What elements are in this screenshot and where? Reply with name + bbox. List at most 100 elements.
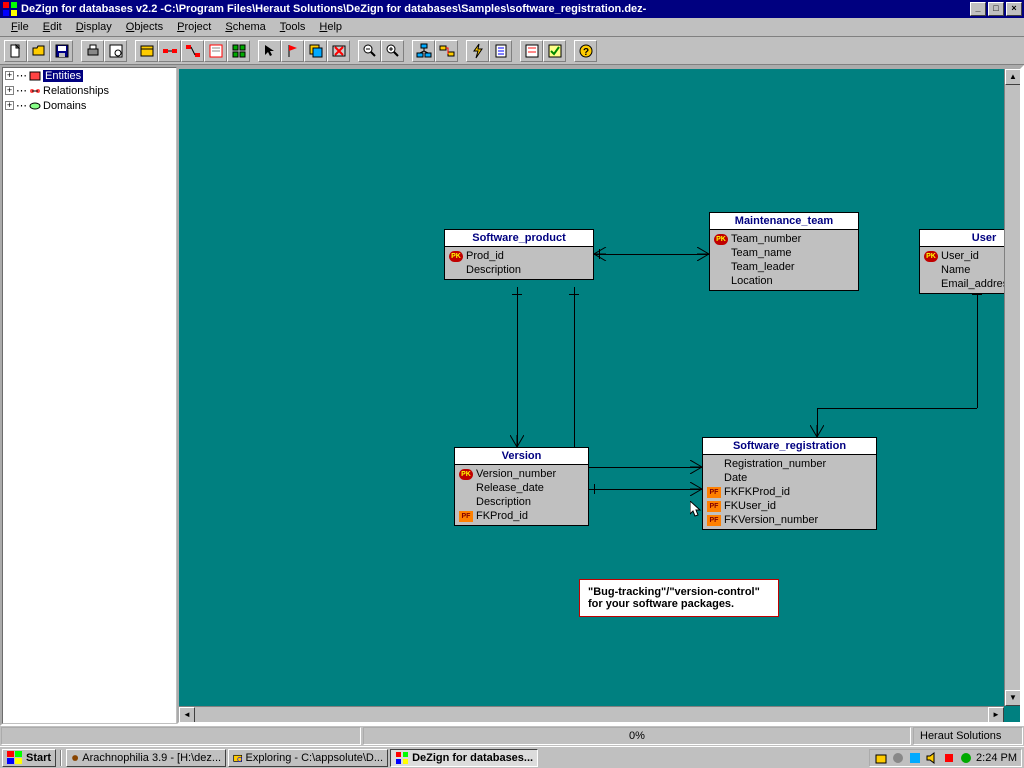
menu-tools[interactable]: Tools bbox=[273, 19, 313, 35]
app-icon bbox=[395, 751, 409, 765]
entity-title: Software_registration bbox=[703, 438, 876, 455]
entity-title: Version bbox=[455, 448, 588, 465]
relation-line[interactable] bbox=[594, 254, 709, 255]
clock[interactable]: 2:24 PM bbox=[976, 752, 1017, 764]
print-preview-icon[interactable] bbox=[104, 40, 127, 62]
entity-software_product[interactable]: Software_productPKProd_idDescription bbox=[444, 229, 594, 280]
attribute-label: Description bbox=[476, 496, 531, 508]
menu-schema[interactable]: Schema bbox=[218, 19, 272, 35]
minimize-button[interactable]: _ bbox=[970, 2, 986, 16]
window-title: DeZign for databases v2.2 -C:\Program Fi… bbox=[21, 3, 970, 15]
attribute-row[interactable]: Team_leader bbox=[714, 260, 854, 274]
horizontal-scrollbar[interactable]: ◄ ► bbox=[179, 706, 1004, 722]
maximize-button[interactable]: □ bbox=[988, 2, 1004, 16]
scroll-down-icon[interactable]: ▼ bbox=[1005, 690, 1021, 706]
scroll-right-icon[interactable]: ► bbox=[988, 707, 1004, 723]
expand-icon[interactable]: + bbox=[5, 101, 14, 110]
scroll-left-icon[interactable]: ◄ bbox=[179, 707, 195, 723]
relation2-icon[interactable] bbox=[181, 40, 204, 62]
link-icon[interactable] bbox=[435, 40, 458, 62]
open-icon[interactable] bbox=[27, 40, 50, 62]
lightning-icon[interactable] bbox=[466, 40, 489, 62]
attribute-label: Description bbox=[466, 264, 521, 276]
menu-edit[interactable]: Edit bbox=[36, 19, 69, 35]
fk-badge-icon: PF bbox=[707, 487, 721, 498]
layers-icon[interactable] bbox=[304, 40, 327, 62]
tree-item-relationships[interactable]: + ⋯ Relationships bbox=[3, 83, 176, 98]
canvas-wrap: Software_productPKProd_idDescription Main… bbox=[177, 67, 1022, 724]
menu-display[interactable]: Display bbox=[69, 19, 119, 35]
note-icon[interactable] bbox=[204, 40, 227, 62]
relation-line[interactable] bbox=[977, 288, 978, 408]
check-icon[interactable] bbox=[543, 40, 566, 62]
attribute-row[interactable]: Date bbox=[707, 471, 872, 485]
diagram-icon[interactable] bbox=[412, 40, 435, 62]
attribute-row[interactable]: PKVersion_number bbox=[459, 467, 584, 481]
attribute-row[interactable]: Team_name bbox=[714, 246, 854, 260]
entity-software_registration[interactable]: Software_registration Registration_number… bbox=[702, 437, 877, 530]
tree-item-domains[interactable]: + ⋯ Domains bbox=[3, 98, 176, 113]
menu-help[interactable]: Help bbox=[312, 19, 349, 35]
task-dezign[interactable]: DeZign for databases... bbox=[390, 749, 538, 767]
entity-icon[interactable] bbox=[135, 40, 158, 62]
relation-line[interactable] bbox=[589, 489, 702, 490]
system-tray[interactable]: 2:24 PM bbox=[869, 749, 1022, 767]
help-icon[interactable]: ? bbox=[574, 40, 597, 62]
attribute-row[interactable]: PFFKFKProd_id bbox=[707, 485, 872, 499]
attribute-row[interactable]: Description bbox=[449, 263, 589, 277]
relation-line[interactable] bbox=[517, 287, 518, 447]
delete-icon[interactable] bbox=[327, 40, 350, 62]
attribute-label: FKVersion_number bbox=[724, 514, 818, 526]
attribute-label: Email_address bbox=[941, 278, 1014, 290]
fk-badge-icon: PF bbox=[707, 501, 721, 512]
zoom-out-icon[interactable] bbox=[358, 40, 381, 62]
tree-item-entities[interactable]: + ⋯ Entities bbox=[3, 68, 176, 83]
diagram-canvas[interactable]: Software_productPKProd_idDescription Main… bbox=[177, 67, 1022, 724]
task-label: Arachnophilia 3.9 - [H:\dez... bbox=[82, 752, 221, 764]
start-button[interactable]: Start bbox=[2, 749, 56, 767]
task-arachnophilia[interactable]: Arachnophilia 3.9 - [H:\dez... bbox=[66, 749, 226, 767]
attribute-row[interactable]: PFFKProd_id bbox=[459, 509, 584, 523]
entity-version[interactable]: Version PKVersion_numberRelease_dateDescr… bbox=[454, 447, 589, 526]
zoom-in-icon[interactable] bbox=[381, 40, 404, 62]
dotted-line: ⋯ bbox=[16, 69, 27, 82]
relation-line[interactable] bbox=[574, 287, 575, 467]
tree-panel[interactable]: + ⋯ Entities + ⋯ Relationships + ⋯ Domai… bbox=[2, 67, 177, 724]
arrow-icon[interactable] bbox=[258, 40, 281, 62]
form-icon[interactable] bbox=[520, 40, 543, 62]
menu-file[interactable]: File bbox=[4, 19, 36, 35]
entity-maintenance_team[interactable]: Maintenance_teamPKTeam_numberTeam_nameTe… bbox=[709, 212, 859, 291]
attribute-row[interactable]: Location bbox=[714, 274, 854, 288]
note-box[interactable]: "Bug-tracking"/"version-control" for you… bbox=[579, 579, 779, 617]
expand-icon[interactable]: + bbox=[5, 86, 14, 95]
volume-icon[interactable] bbox=[925, 751, 939, 765]
vertical-scrollbar[interactable]: ▲ ▼ bbox=[1004, 69, 1020, 706]
expand-icon[interactable]: + bbox=[5, 71, 14, 80]
tray-icon[interactable] bbox=[942, 751, 956, 765]
relation-icon[interactable] bbox=[158, 40, 181, 62]
flag-icon[interactable] bbox=[281, 40, 304, 62]
attribute-row[interactable]: PFFKUser_id bbox=[707, 499, 872, 513]
tray-icon[interactable] bbox=[874, 751, 888, 765]
print-icon[interactable] bbox=[81, 40, 104, 62]
attribute-row[interactable]: Description bbox=[459, 495, 584, 509]
tray-icon[interactable] bbox=[908, 751, 922, 765]
menu-project[interactable]: Project bbox=[170, 19, 218, 35]
save-icon[interactable] bbox=[50, 40, 73, 62]
new-icon[interactable] bbox=[4, 40, 27, 62]
menu-objects[interactable]: Objects bbox=[119, 19, 170, 35]
scroll-up-icon[interactable]: ▲ bbox=[1005, 69, 1021, 85]
relation-line[interactable] bbox=[817, 408, 977, 409]
attribute-row[interactable]: Registration_number bbox=[707, 457, 872, 471]
relation-line[interactable] bbox=[574, 467, 702, 468]
grid-icon[interactable] bbox=[227, 40, 250, 62]
report-icon[interactable] bbox=[489, 40, 512, 62]
attribute-row[interactable]: Release_date bbox=[459, 481, 584, 495]
attribute-row[interactable]: PKProd_id bbox=[449, 249, 589, 263]
tray-icon[interactable] bbox=[959, 751, 973, 765]
task-exploring[interactable]: Exploring - C:\appsolute\D... bbox=[228, 749, 388, 767]
attribute-row[interactable]: PKTeam_number bbox=[714, 232, 854, 246]
tray-icon[interactable] bbox=[891, 751, 905, 765]
attribute-row[interactable]: PFFKVersion_number bbox=[707, 513, 872, 527]
close-button[interactable]: × bbox=[1006, 2, 1022, 16]
